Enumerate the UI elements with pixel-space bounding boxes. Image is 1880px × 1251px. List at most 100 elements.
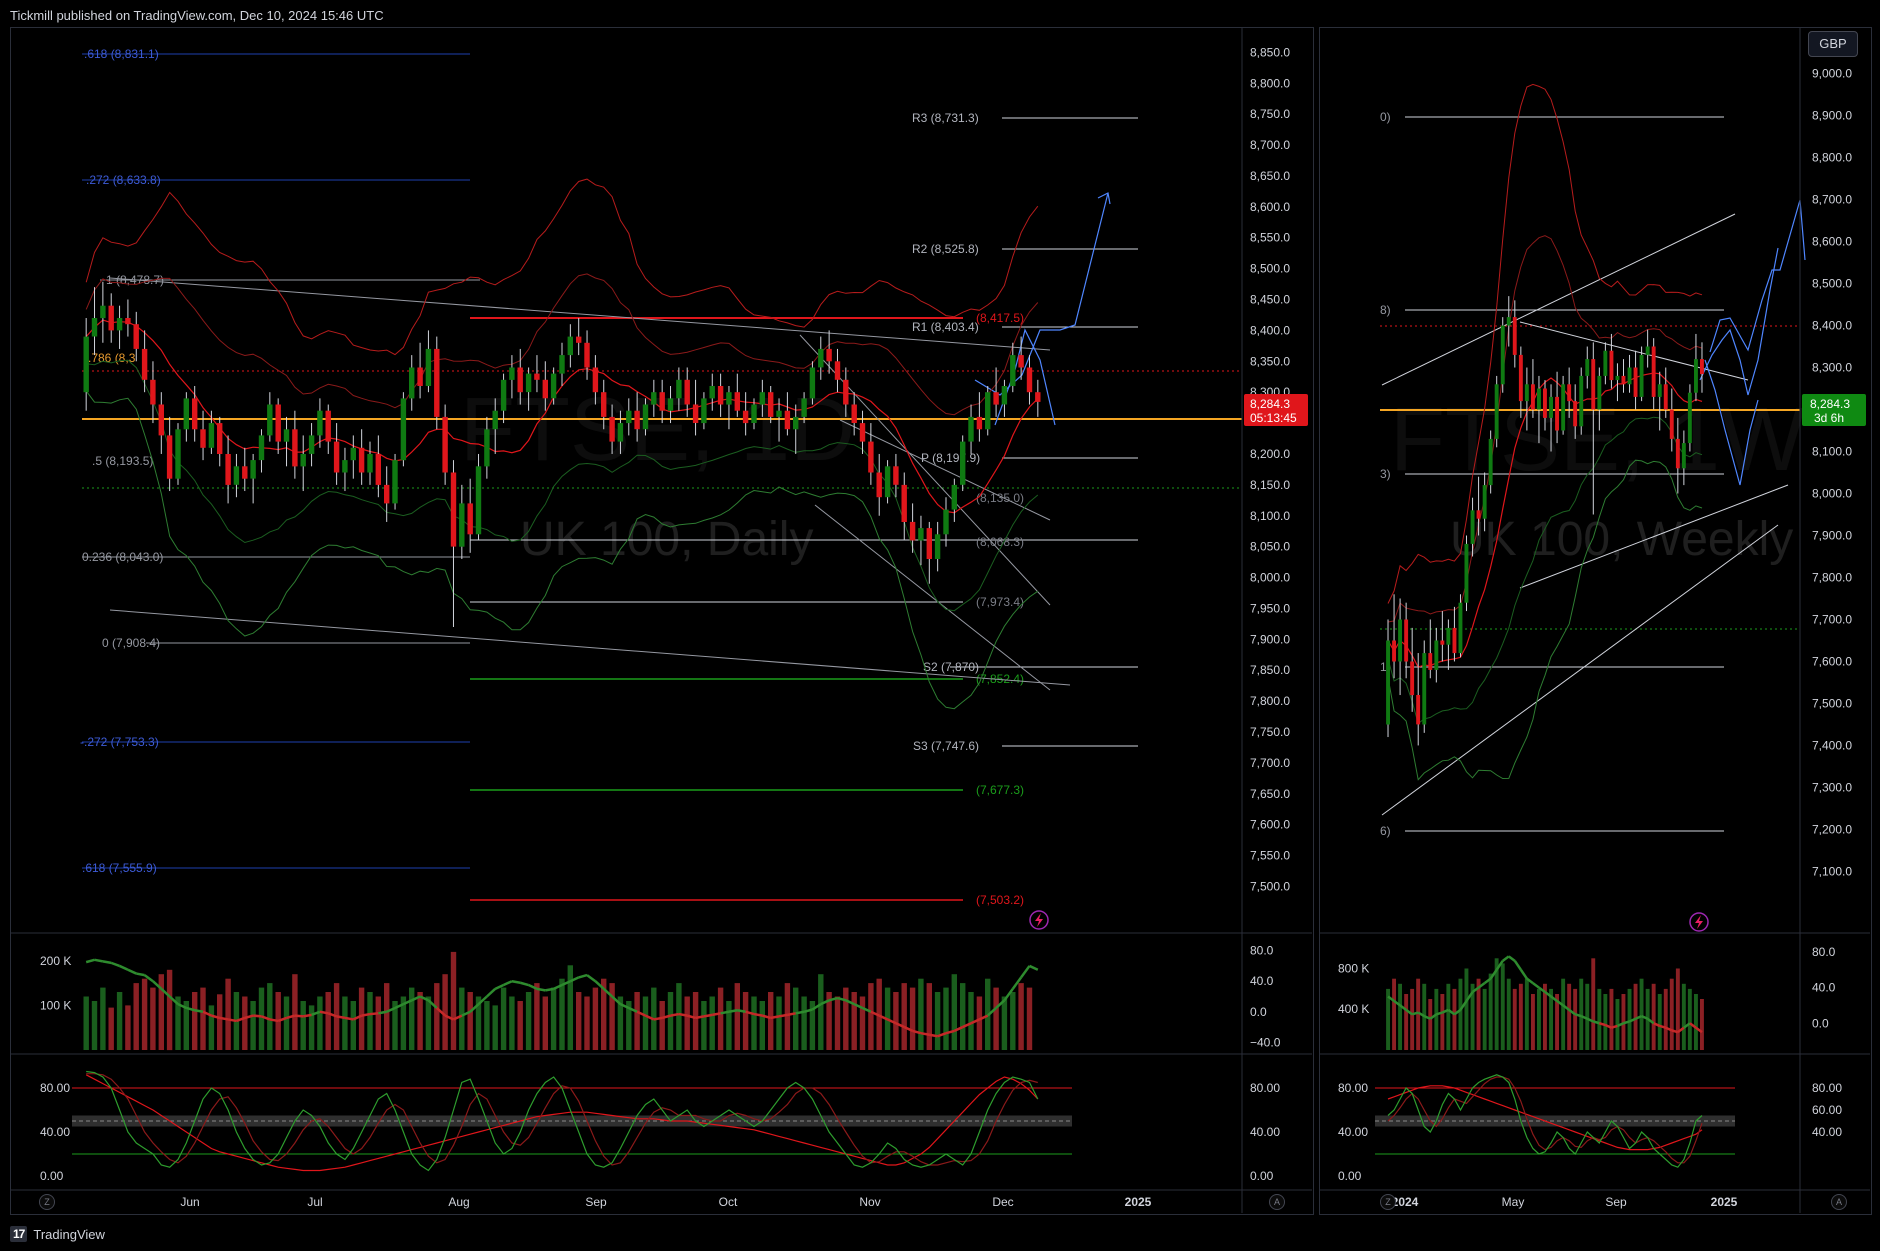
- left-osc1-segment: [695, 1015, 705, 1020]
- left-volume-bar: [717, 987, 724, 1050]
- currency-button[interactable]: GBP: [1808, 31, 1858, 57]
- left-candle-body: [358, 447, 365, 473]
- left-osc1-segment: [227, 1018, 237, 1023]
- left-candle-body: [1035, 392, 1041, 402]
- left-auto-scale-icon[interactable]: A: [1269, 1194, 1285, 1210]
- left-candle-body: [909, 521, 916, 541]
- fib-label-neg618: .618 (7,555.9): [82, 861, 157, 875]
- r-projection-2: [1709, 199, 1806, 353]
- left-candle-body: [742, 410, 749, 424]
- left-osc2-right-tick: 40.00: [1250, 1125, 1280, 1139]
- right-osc1-segment: [1574, 1013, 1582, 1018]
- left-candle-body: [208, 423, 215, 448]
- left-volume-bar: [926, 983, 932, 1050]
- left-candle-body: [726, 392, 732, 405]
- left-candle-body: [692, 404, 699, 423]
- right-time-tick: May: [1502, 1195, 1525, 1209]
- left-candle-body: [283, 429, 290, 442]
- right-osc1-tick: 0.0: [1812, 1016, 1829, 1030]
- left-candle-body: [759, 392, 765, 405]
- left-volume-bar: [1001, 996, 1008, 1050]
- tradingview-logo-icon[interactable]: 17: [10, 1226, 28, 1242]
- left-volume-bar: [509, 996, 515, 1050]
- left-volume-bar: [91, 1001, 98, 1050]
- left-osc1-segment: [653, 1016, 663, 1021]
- left-volume-bar: [525, 992, 532, 1050]
- right-volume-bar: [1694, 994, 1698, 1050]
- right-candle-body: [1687, 392, 1692, 444]
- left-candle-body: [409, 367, 415, 399]
- right-volume-bar: [1687, 988, 1692, 1050]
- left-candle-body: [1018, 355, 1024, 368]
- right-zoom-icon[interactable]: Z: [1380, 1194, 1396, 1210]
- right-volume-bar: [1651, 983, 1656, 1050]
- left-price-tick: 8,700.0: [1250, 138, 1290, 152]
- left-candle-body: [250, 460, 256, 479]
- right-events-lightning-icon[interactable]: [1689, 912, 1709, 932]
- left-volume-bar: [868, 983, 874, 1050]
- left-osc1-segment: [503, 980, 513, 987]
- left-volume-bar: [726, 1001, 732, 1050]
- chart-canvas[interactable]: FTSE, 1D UK 100, Daily FTSE, 1W UK 100, …: [0, 0, 1880, 1251]
- left-price-tick: 7,600.0: [1250, 818, 1290, 832]
- right-candle-body: [1549, 396, 1553, 418]
- left-volume-bar: [467, 992, 473, 1050]
- left-candle-body: [667, 398, 674, 411]
- left-osc1-segment: [85, 958, 95, 964]
- right-volume-bar: [1458, 978, 1463, 1050]
- left-volume-bar: [709, 996, 715, 1050]
- left-osc1-segment: [336, 1015, 346, 1020]
- right-volume-bar: [1663, 988, 1668, 1050]
- right-price-tick: 8,700.0: [1812, 193, 1852, 207]
- right-price-tick: 8,600.0: [1812, 235, 1852, 249]
- level-label-7677: (7,677.3): [976, 783, 1024, 797]
- left-candle-body: [701, 398, 707, 424]
- tradingview-brand[interactable]: TradingView: [33, 1227, 105, 1242]
- left-price-tick: 7,500.0: [1250, 879, 1290, 893]
- left-price-tick: 7,550.0: [1250, 849, 1290, 863]
- left-upper-band: [85, 178, 1039, 356]
- right-candle-body: [1675, 438, 1680, 469]
- left-volume-bar: [484, 1001, 490, 1050]
- left-volume-tick: 100 K: [40, 998, 71, 1012]
- right-candle-body: [1615, 375, 1620, 381]
- right-price-tick: 8,100.0: [1812, 445, 1852, 459]
- left-osc2-left-tick: 0.00: [40, 1169, 64, 1183]
- left-candle-body: [292, 429, 298, 467]
- right-candle-body: [1573, 401, 1578, 427]
- left-volume-bar: [208, 1005, 215, 1050]
- left-candle-body: [859, 423, 866, 442]
- left-candle-body: [976, 416, 983, 430]
- left-candle-body: [375, 454, 381, 485]
- left-osc1-segment: [294, 1014, 304, 1018]
- right-osc2-left-tick: 0.00: [1338, 1169, 1362, 1183]
- right-time-tick: Sep: [1605, 1195, 1627, 1209]
- right-auto-scale-icon[interactable]: A: [1831, 1194, 1847, 1210]
- left-osc1-segment: [369, 1012, 379, 1016]
- left-volume-bar: [918, 978, 924, 1050]
- left-events-lightning-icon[interactable]: [1029, 910, 1049, 930]
- left-volume-bar: [500, 987, 507, 1050]
- right-candle-body: [1669, 409, 1674, 439]
- right-volume-bar: [1669, 978, 1674, 1050]
- left-candle-body: [801, 398, 807, 417]
- left-volume-bar: [742, 992, 749, 1050]
- left-zoom-icon[interactable]: Z: [39, 1194, 55, 1210]
- left-osc1-segment: [778, 1013, 788, 1018]
- left-volume-bar: [83, 996, 89, 1050]
- right-osc2-left-tick: 80.00: [1338, 1081, 1368, 1095]
- left-osc1-segment: [795, 1010, 805, 1015]
- level-label-8135: (8,135.0): [976, 491, 1024, 505]
- right-lower-band: [1387, 459, 1703, 781]
- right-candle-body: [1398, 619, 1402, 662]
- right-candle-body: [1518, 354, 1523, 402]
- left-candle-body: [542, 379, 548, 399]
- right-candle-body: [1700, 359, 1704, 375]
- left-volume-bar: [692, 992, 699, 1050]
- left-volume-bar: [442, 974, 448, 1050]
- left-volume-bar: [534, 983, 540, 1050]
- left-volume-bar: [116, 992, 123, 1050]
- left-candle-body: [150, 379, 156, 405]
- left-osc1-segment: [670, 1012, 680, 1017]
- left-price-tick: 8,550.0: [1250, 231, 1290, 245]
